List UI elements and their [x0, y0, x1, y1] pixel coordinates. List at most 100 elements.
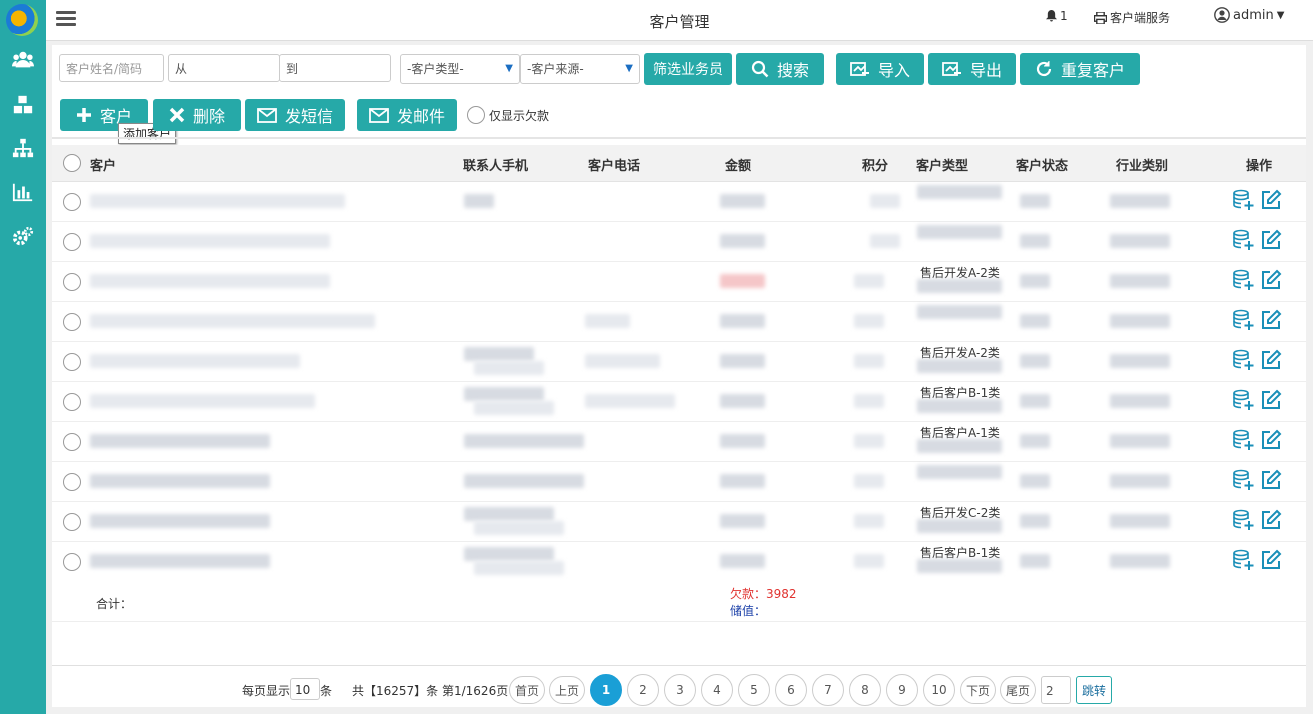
select-all-radio[interactable]	[63, 154, 81, 172]
send-email-button[interactable]: 发邮件	[357, 99, 457, 131]
first-page-button[interactable]: 首页	[509, 676, 545, 704]
org-chart-icon[interactable]	[12, 137, 34, 159]
page-button-2[interactable]: 2	[627, 674, 659, 706]
per-page-suffix: 条	[320, 684, 333, 698]
customer-type-select[interactable]: -客户类型- ▼	[400, 54, 520, 84]
table-row[interactable]: 售后客户A-1类	[52, 421, 1306, 462]
recharge-icon[interactable]	[1232, 269, 1254, 291]
recharge-icon[interactable]	[1232, 429, 1254, 451]
customer-name-input[interactable]: 客户姓名/简码	[59, 54, 164, 82]
page-button-5[interactable]: 5	[738, 674, 770, 706]
export-button[interactable]: 导出	[928, 53, 1016, 85]
cogs-icon[interactable]	[12, 226, 34, 248]
edit-icon[interactable]	[1260, 469, 1282, 491]
date-from-input[interactable]: 从	[168, 54, 280, 82]
industry-redacted	[1110, 434, 1170, 448]
edit-icon[interactable]	[1260, 549, 1282, 571]
users-icon[interactable]	[12, 49, 34, 71]
edit-icon[interactable]	[1260, 309, 1282, 331]
row-select-radio[interactable]	[63, 393, 81, 411]
col-customer-phone[interactable]: 客户电话	[588, 155, 640, 174]
amount-redacted	[720, 354, 765, 368]
send-sms-button[interactable]: 发短信	[245, 99, 345, 131]
edit-icon[interactable]	[1260, 389, 1282, 411]
app-logo[interactable]	[6, 4, 38, 36]
page-button-7[interactable]: 7	[812, 674, 844, 706]
only-debt-radio[interactable]	[467, 106, 485, 124]
col-industry[interactable]: 行业类别	[1116, 155, 1168, 174]
table-row[interactable]: 售后开发C-2类	[52, 501, 1306, 542]
recharge-icon[interactable]	[1232, 549, 1254, 571]
page-button-1[interactable]: 1	[590, 674, 622, 706]
delete-button[interactable]: 删除	[153, 99, 241, 131]
recharge-icon[interactable]	[1232, 309, 1254, 331]
caret-down-icon: ▼	[1276, 9, 1285, 21]
col-points[interactable]: 积分	[862, 155, 888, 174]
jump-button[interactable]: 跳转	[1076, 676, 1112, 704]
date-to-input[interactable]: 到	[279, 54, 391, 82]
row-select-radio[interactable]	[63, 233, 81, 251]
edit-icon[interactable]	[1260, 509, 1282, 531]
row-select-radio[interactable]	[63, 513, 81, 531]
prev-page-button[interactable]: 上页	[549, 676, 585, 704]
table-row[interactable]: 售后开发A-2类	[52, 261, 1306, 302]
row-select-radio[interactable]	[63, 353, 81, 371]
last-page-button[interactable]: 尾页	[1000, 676, 1036, 704]
recharge-icon[interactable]	[1232, 349, 1254, 371]
notifications[interactable]: 1	[1046, 9, 1068, 23]
page-button-9[interactable]: 9	[886, 674, 918, 706]
close-icon	[169, 107, 185, 123]
jump-page-input[interactable]: 2	[1041, 676, 1071, 704]
table-row[interactable]: 售后开发A-2类	[52, 341, 1306, 382]
recharge-icon[interactable]	[1232, 509, 1254, 531]
col-customer-type[interactable]: 客户类型	[916, 155, 968, 174]
amount-redacted	[720, 234, 765, 248]
col-customer[interactable]: 客户	[90, 155, 116, 174]
customer-type-redacted	[917, 305, 1002, 319]
only-debt-filter[interactable]: 仅显示欠款	[467, 106, 549, 124]
page-button-3[interactable]: 3	[664, 674, 696, 706]
row-select-radio[interactable]	[63, 193, 81, 211]
bar-chart-icon[interactable]	[12, 181, 34, 203]
recharge-icon[interactable]	[1232, 469, 1254, 491]
edit-icon[interactable]	[1260, 429, 1282, 451]
recharge-icon[interactable]	[1232, 389, 1254, 411]
import-button[interactable]: 导入	[836, 53, 924, 85]
edit-icon[interactable]	[1260, 269, 1282, 291]
user-menu[interactable]: admin ▼	[1214, 7, 1284, 23]
row-select-radio[interactable]	[63, 553, 81, 571]
filter-salesman-button[interactable]: 筛选业务员	[644, 53, 732, 85]
edit-icon[interactable]	[1260, 229, 1282, 251]
client-service-link[interactable]: 客户端服务	[1094, 9, 1170, 26]
row-select-radio[interactable]	[63, 433, 81, 451]
filter-salesman-label: 筛选业务员	[653, 62, 723, 78]
recharge-icon[interactable]	[1232, 189, 1254, 211]
next-page-button[interactable]: 下页	[960, 676, 996, 704]
customer-source-select[interactable]: -客户来源- ▼	[520, 54, 640, 84]
page-button-10[interactable]: 10	[923, 674, 955, 706]
page-button-4[interactable]: 4	[701, 674, 733, 706]
table-row[interactable]	[52, 221, 1306, 262]
row-select-radio[interactable]	[63, 313, 81, 331]
table-row[interactable]	[52, 461, 1306, 502]
edit-icon[interactable]	[1260, 189, 1282, 211]
envelope-icon	[369, 107, 389, 123]
table-row[interactable]	[52, 301, 1306, 342]
col-amount[interactable]: 金额	[725, 155, 751, 174]
duplicate-customers-button[interactable]: 重复客户	[1020, 53, 1140, 85]
customer-status-redacted	[1020, 274, 1050, 288]
per-page-input[interactable]: 10	[290, 678, 320, 700]
row-select-radio[interactable]	[63, 473, 81, 491]
row-select-radio[interactable]	[63, 273, 81, 291]
table-row[interactable]	[52, 181, 1306, 222]
col-customer-status[interactable]: 客户状态	[1016, 155, 1068, 174]
page-button-8[interactable]: 8	[849, 674, 881, 706]
table-row[interactable]: 售后客户B-1类	[52, 541, 1306, 582]
search-button[interactable]: 搜索	[736, 53, 824, 85]
col-contact-mobile[interactable]: 联系人手机	[463, 155, 528, 174]
cubes-icon[interactable]	[12, 94, 34, 116]
recharge-icon[interactable]	[1232, 229, 1254, 251]
page-button-6[interactable]: 6	[775, 674, 807, 706]
table-row[interactable]: 售后客户B-1类	[52, 381, 1306, 422]
edit-icon[interactable]	[1260, 349, 1282, 371]
